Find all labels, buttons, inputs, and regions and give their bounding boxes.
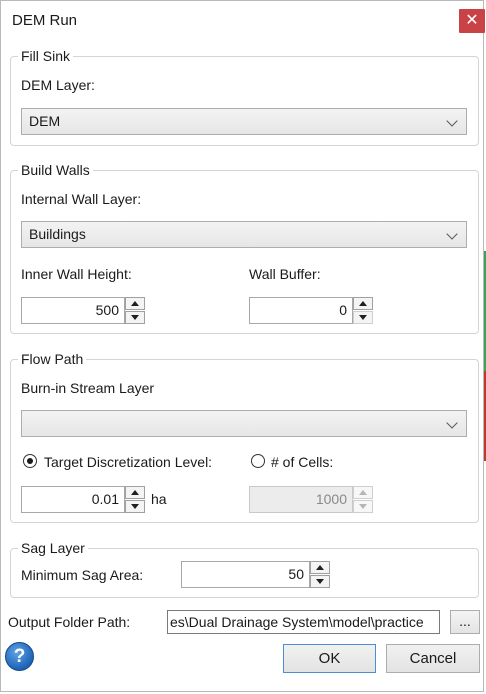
inner-wall-height-label: Inner Wall Height:: [21, 266, 132, 282]
min-sag-area-input[interactable]: 50: [181, 561, 310, 588]
inner-wall-height-up-button[interactable]: [125, 297, 145, 310]
num-cells-stepper[interactable]: [353, 486, 373, 513]
window-title: DEM Run: [12, 12, 78, 29]
target-discretization-down-button[interactable]: [125, 500, 145, 513]
inner-wall-height-stepper[interactable]: [125, 297, 145, 324]
wall-buffer-input[interactable]: 0: [249, 297, 353, 324]
num-cells-up-button[interactable]: [353, 486, 373, 499]
burn-in-stream-label: Burn-in Stream Layer: [21, 380, 155, 396]
output-folder-label: Output Folder Path:: [8, 614, 131, 630]
target-discretization-label[interactable]: Target Discretization Level:: [44, 454, 212, 470]
fill-sink-title: Fill Sink: [18, 48, 74, 64]
chevron-down-icon: [446, 417, 458, 429]
chevron-down-icon: [446, 115, 458, 127]
wall-buffer-down-button[interactable]: [353, 311, 373, 324]
target-discretization-radio[interactable]: [23, 454, 37, 468]
target-discretization-stepper[interactable]: [125, 486, 145, 513]
title-bar: DEM Run ✕: [1, 1, 485, 39]
num-cells-down-button[interactable]: [353, 500, 373, 513]
min-sag-area-up-button[interactable]: [310, 561, 330, 574]
internal-wall-label: Internal Wall Layer:: [21, 191, 142, 207]
help-icon[interactable]: ?: [5, 642, 34, 671]
cancel-button[interactable]: Cancel: [386, 644, 480, 673]
wall-buffer-up-button[interactable]: [353, 297, 373, 310]
target-discretization-input[interactable]: 0.01: [21, 486, 125, 513]
dem-layer-select[interactable]: DEM: [21, 108, 467, 135]
wall-buffer-label: Wall Buffer:: [249, 266, 321, 282]
inner-wall-height-down-button[interactable]: [125, 311, 145, 324]
flow-path-title: Flow Path: [18, 351, 87, 367]
min-sag-area-label: Minimum Sag Area:: [21, 567, 144, 583]
ok-button[interactable]: OK: [283, 644, 376, 673]
dem-layer-label: DEM Layer:: [21, 77, 95, 93]
sag-layer-title: Sag Layer: [18, 540, 88, 556]
internal-wall-select[interactable]: Buildings: [21, 221, 467, 248]
close-button[interactable]: ✕: [459, 9, 485, 33]
target-discretization-unit: ha: [151, 491, 167, 507]
output-folder-input[interactable]: es\Dual Drainage System\model\practice: [167, 610, 440, 634]
wall-buffer-stepper[interactable]: [353, 297, 373, 324]
chevron-down-icon: [446, 228, 458, 240]
target-discretization-up-button[interactable]: [125, 486, 145, 499]
browse-folder-button[interactable]: ...: [450, 610, 480, 634]
build-walls-title: Build Walls: [18, 162, 93, 178]
close-icon: ✕: [465, 12, 479, 29]
dem-run-dialog: DEM Run ✕ Fill Sink DEM Layer: DEM Build…: [0, 0, 486, 692]
min-sag-area-stepper[interactable]: [310, 561, 330, 588]
dem-layer-value: DEM: [29, 113, 61, 129]
num-cells-input[interactable]: 1000: [249, 486, 353, 513]
inner-wall-height-input[interactable]: 500: [21, 297, 125, 324]
internal-wall-value: Buildings: [29, 226, 86, 242]
burn-in-stream-select[interactable]: [21, 410, 467, 437]
num-cells-radio[interactable]: [251, 454, 265, 468]
min-sag-area-down-button[interactable]: [310, 575, 330, 588]
num-cells-label[interactable]: # of Cells:: [271, 454, 333, 470]
